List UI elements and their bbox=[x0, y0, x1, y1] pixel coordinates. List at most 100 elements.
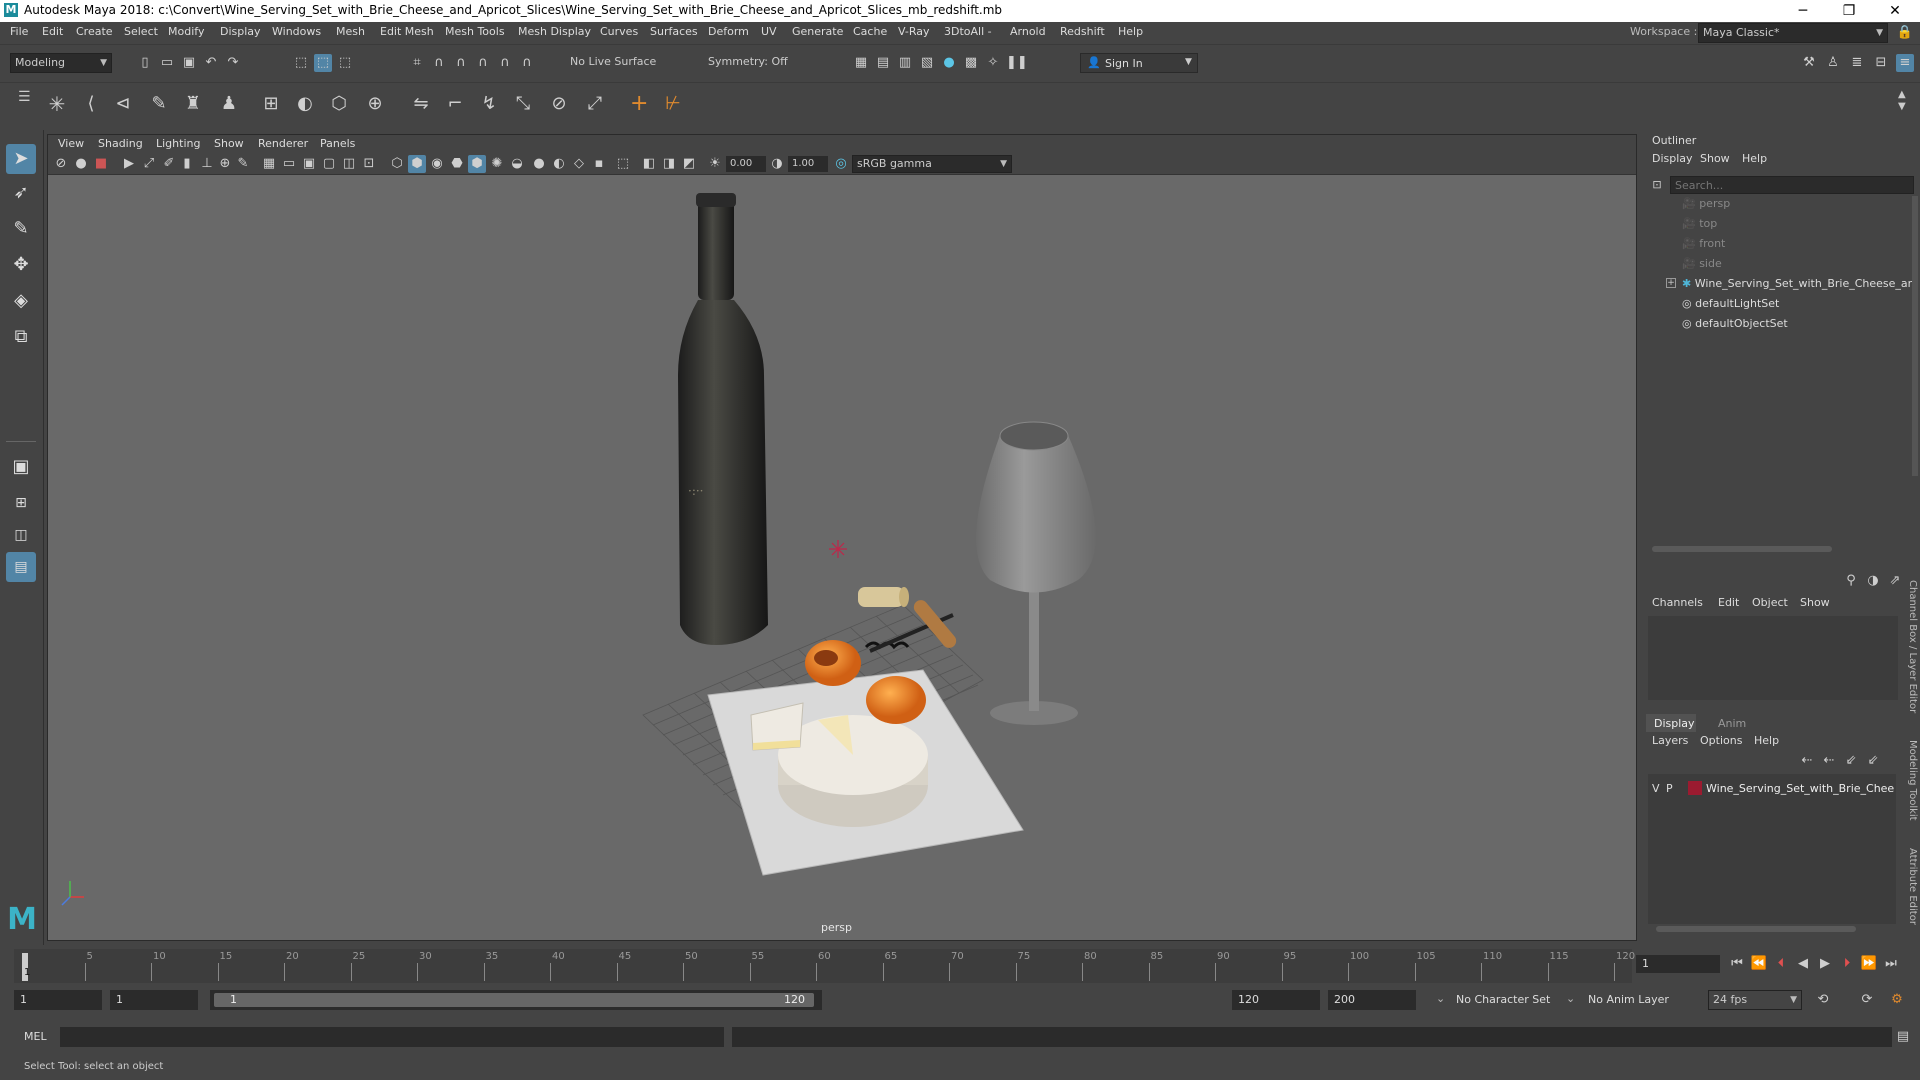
gamma-icon[interactable]: ◑ bbox=[768, 155, 786, 173]
viewport-menu-shading[interactable]: Shading bbox=[98, 137, 143, 150]
color-management-icon[interactable]: ◎ bbox=[832, 155, 850, 173]
multisample-aa-icon[interactable]: ◐ bbox=[550, 155, 568, 173]
outliner-vscrollbar[interactable] bbox=[1912, 196, 1918, 476]
image-plane-icon[interactable]: ▶ bbox=[120, 155, 138, 173]
move-layer-up-icon[interactable]: ⇠ bbox=[1798, 752, 1816, 770]
tab-display[interactable]: Display bbox=[1646, 714, 1696, 732]
field-chart-icon[interactable]: ◫ bbox=[340, 155, 358, 173]
2d-pan-zoom-icon[interactable]: ⤢ bbox=[140, 155, 158, 173]
render-settings-icon[interactable]: ▧ bbox=[918, 54, 936, 72]
play-backward-icon[interactable]: ◀ bbox=[1794, 955, 1812, 973]
persp-graph-layout-icon[interactable]: ▤ bbox=[6, 552, 36, 582]
sculpt-deformer-icon[interactable]: ⊘ bbox=[550, 95, 568, 113]
xray-active-icon[interactable]: ◧ bbox=[640, 155, 658, 173]
playback-start-field[interactable]: 1 bbox=[110, 990, 198, 1010]
menu-surfaces[interactable]: Surfaces bbox=[650, 25, 698, 38]
time-slider[interactable]: 1 1 ⏮ ⏪ ⏴ ◀ ▶ ⏵ ⏩ ⏭ 5 10 15 20 25 30 35 40 45 50 5… bbox=[0, 945, 1920, 985]
close-button[interactable]: ✕ bbox=[1872, 0, 1918, 22]
side-tab-modeling-toolkit[interactable]: Modeling Toolkit bbox=[1900, 740, 1918, 830]
snap-point-icon[interactable]: ∩ bbox=[452, 54, 470, 72]
mode-select[interactable]: Modeling ▼ bbox=[10, 53, 112, 73]
channels-menu-object[interactable]: Object bbox=[1752, 596, 1788, 609]
screen-space-ao-icon[interactable]: ◒ bbox=[508, 155, 526, 173]
render-frame-icon[interactable]: ▤ bbox=[874, 54, 892, 72]
use-all-lights-icon[interactable]: ⬢ bbox=[468, 155, 486, 173]
channel-box-icon[interactable]: ≡ bbox=[1896, 54, 1914, 72]
shelf-scroll-icon[interactable]: ▲ ▼ bbox=[1898, 89, 1906, 113]
viewport-menu-show[interactable]: Show bbox=[214, 137, 244, 150]
viewport-menu-view[interactable]: View bbox=[58, 137, 84, 150]
step-back-key-icon[interactable]: ⏪ bbox=[1750, 955, 1768, 973]
select-tool-icon[interactable]: ➤ bbox=[6, 144, 36, 174]
step-forward-key-icon[interactable]: ⏩ bbox=[1860, 955, 1878, 973]
select-camera-icon[interactable]: ⊘ bbox=[52, 155, 70, 173]
attribute-editor-icon[interactable]: ≣ bbox=[1848, 54, 1866, 72]
side-tab-attribute-editor[interactable]: Attribute Editor bbox=[1900, 848, 1918, 938]
animation-start-field[interactable]: 1 bbox=[14, 990, 102, 1010]
layer-color-swatch[interactable] bbox=[1688, 781, 1702, 795]
color-space-select[interactable]: sRGB gamma ▼ bbox=[852, 155, 1012, 173]
menu-help[interactable]: Help bbox=[1118, 25, 1143, 38]
channel-box-icon-b[interactable]: ◑ bbox=[1864, 572, 1882, 590]
save-scene-icon[interactable]: ▣ bbox=[180, 54, 198, 72]
camera-lock-icon[interactable]: ▮ bbox=[178, 155, 196, 173]
new-scene-icon[interactable]: ▯ bbox=[136, 54, 154, 72]
menu-modify[interactable]: Modify bbox=[168, 25, 204, 38]
human-ik-icon[interactable]: ♟ bbox=[220, 95, 238, 113]
menu-create[interactable]: Create bbox=[76, 25, 113, 38]
grid-icon[interactable]: ▦ bbox=[260, 155, 278, 173]
menu-mesh-tools[interactable]: Mesh Tools bbox=[445, 25, 505, 38]
channels-menu-edit[interactable]: Edit bbox=[1718, 596, 1739, 609]
select-hierarchy-icon[interactable]: ⬚ bbox=[292, 54, 310, 72]
rotate-tool-icon[interactable]: ◈ bbox=[6, 286, 36, 316]
viewport-menu-panels[interactable]: Panels bbox=[320, 137, 355, 150]
exposure-icon[interactable]: ☀ bbox=[706, 155, 724, 173]
layers-menu-layers[interactable]: Layers bbox=[1652, 734, 1688, 747]
outliner-hscrollbar[interactable] bbox=[1652, 546, 1832, 552]
command-input[interactable] bbox=[60, 1027, 724, 1047]
menu-redshift[interactable]: Redshift bbox=[1060, 25, 1105, 38]
menu-cache[interactable]: Cache bbox=[853, 25, 887, 38]
mirror-skin-icon[interactable]: ⬡ bbox=[330, 95, 348, 113]
outliner-menu-show[interactable]: Show bbox=[1700, 152, 1730, 165]
menu-uv[interactable]: UV bbox=[761, 25, 777, 38]
expand-icon[interactable]: + bbox=[1666, 278, 1676, 288]
menu-select[interactable]: Select bbox=[124, 25, 158, 38]
menu-mesh-display[interactable]: Mesh Display bbox=[518, 25, 591, 38]
xray-joints-icon[interactable]: ⊥ bbox=[198, 155, 216, 173]
xray-icon[interactable]: ⬚ bbox=[614, 155, 632, 173]
select-component-icon[interactable]: ⬚ bbox=[336, 54, 354, 72]
render-view-icon[interactable]: ▦ bbox=[852, 54, 870, 72]
depth-of-field-icon[interactable]: ◇ bbox=[570, 155, 588, 173]
resolution-gate-icon[interactable]: ▣ bbox=[300, 155, 318, 173]
channels-menu-show[interactable]: Show bbox=[1800, 596, 1830, 609]
ik-handle-icon[interactable]: ⟨ bbox=[82, 95, 100, 113]
gate-mask-icon[interactable]: ▢ bbox=[320, 155, 338, 173]
light-editor-icon[interactable]: ✧ bbox=[984, 54, 1002, 72]
redo-icon[interactable]: ↷ bbox=[224, 54, 242, 72]
four-view-layout-icon[interactable]: ⊞ bbox=[6, 488, 36, 518]
grease-pencil-icon[interactable]: ✐ bbox=[160, 155, 178, 173]
menu-edit-mesh[interactable]: Edit Mesh bbox=[380, 25, 434, 38]
layer-visibility-toggle[interactable]: V bbox=[1652, 782, 1660, 795]
step-back-frame-icon[interactable]: ⏴ bbox=[1772, 955, 1790, 973]
loop-icon[interactable]: ⟲ bbox=[1814, 991, 1832, 1009]
quick-rig-icon[interactable]: ♜ bbox=[184, 95, 202, 113]
side-tab-channel-box[interactable]: Channel Box / Layer Editor bbox=[1900, 580, 1918, 720]
viewport-menu-renderer[interactable]: Renderer bbox=[258, 137, 308, 150]
persp-outliner-layout-icon[interactable]: ◫ bbox=[6, 520, 36, 550]
grid-toggle-icon[interactable]: ⊕ bbox=[216, 155, 234, 173]
outliner-item-default-light-set[interactable]: ◎ defaultLightSet bbox=[1682, 294, 1779, 314]
outliner-item-wine-set[interactable]: ✱ Wine_Serving_Set_with_Brie_Cheese_an bbox=[1682, 274, 1918, 294]
paint-weights-icon[interactable]: ⊕ bbox=[366, 95, 384, 113]
step-forward-frame-icon[interactable]: ⏵ bbox=[1838, 955, 1856, 973]
joint-tool-icon[interactable]: ✎ bbox=[150, 95, 168, 113]
menu-generate[interactable]: Generate bbox=[792, 25, 843, 38]
move-layer-down-icon[interactable]: ⇠ bbox=[1820, 752, 1838, 770]
bend-deformer-icon[interactable]: ↯ bbox=[480, 95, 498, 113]
symmetry-select[interactable]: Symmetry: Off bbox=[704, 53, 804, 73]
menu-mesh[interactable]: Mesh bbox=[336, 25, 365, 38]
outliner-item-persp[interactable]: 🎥 persp bbox=[1682, 194, 1730, 214]
pause-icon[interactable]: ❚❚ bbox=[1006, 54, 1028, 72]
safe-action-icon[interactable]: ⊡ bbox=[360, 155, 378, 173]
